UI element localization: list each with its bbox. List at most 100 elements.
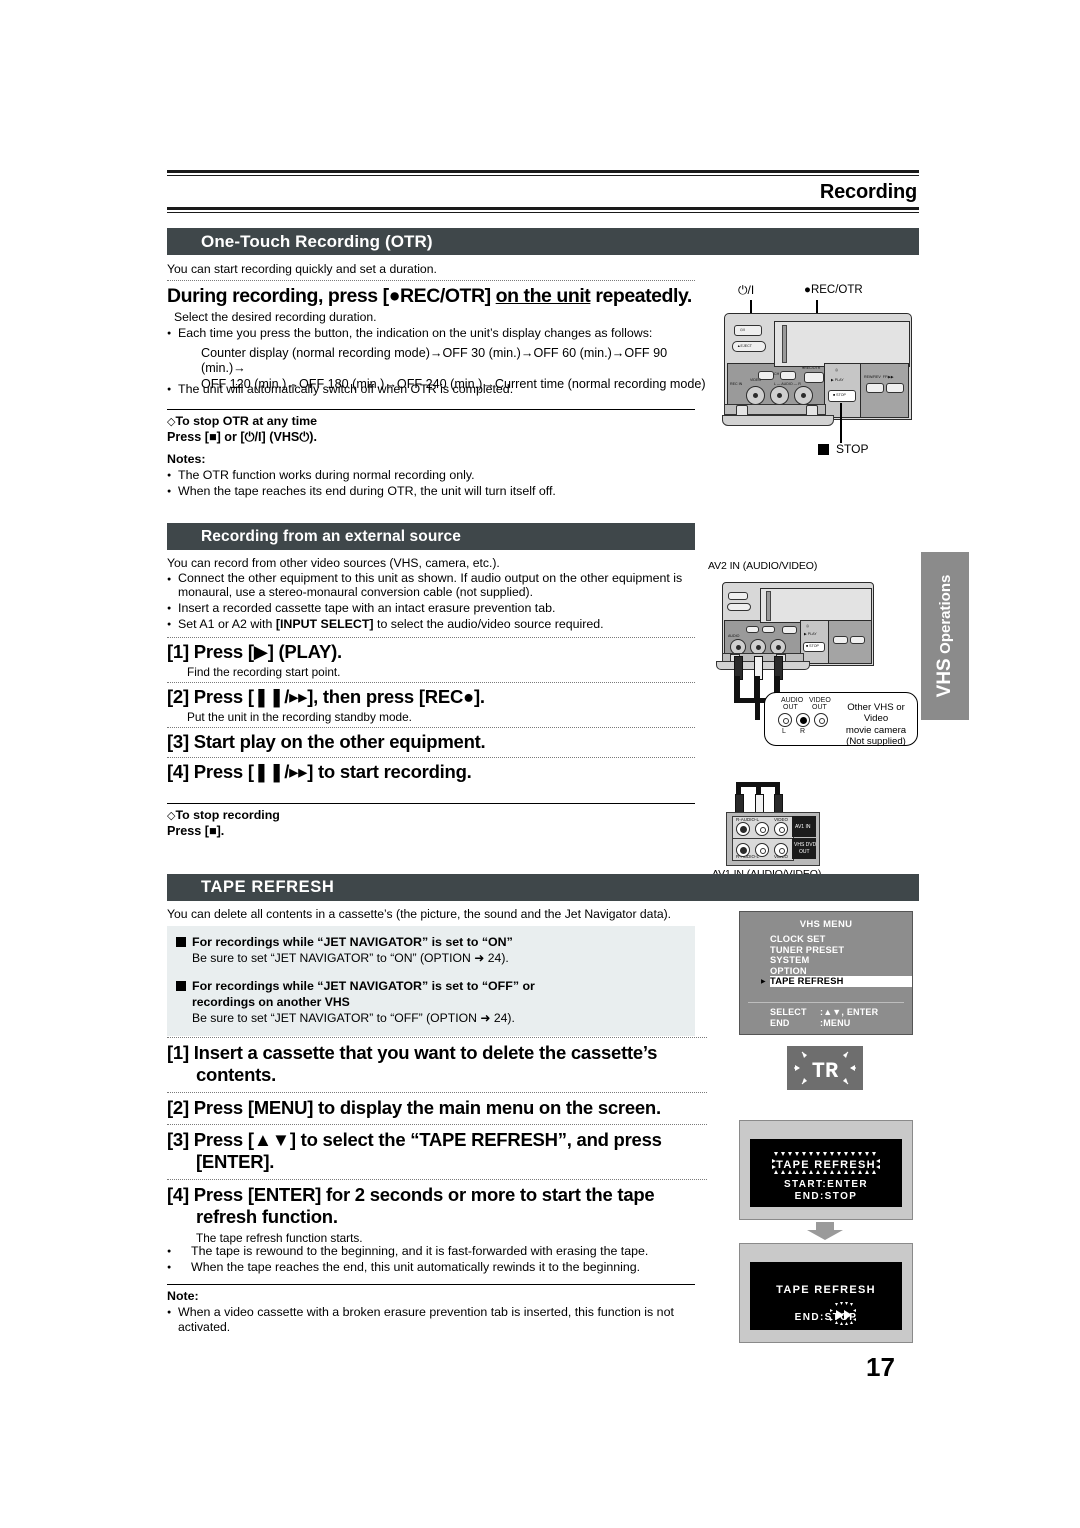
external-stop-body: Press [■]. xyxy=(167,824,225,838)
otr-heading-pre: During recording, press [ xyxy=(167,285,389,307)
svg-text:TR: TR xyxy=(812,1059,839,1084)
osd-screen-running: TAPE REFRESH END:STOP xyxy=(739,1243,913,1343)
tape-refresh-dash-4 xyxy=(167,1179,707,1180)
otr-stop-heading: To stop OTR at any time xyxy=(167,414,695,430)
tr-step-1-line-2: contents. xyxy=(196,1064,276,1085)
osd-menu-title: VHS MENU xyxy=(799,919,853,930)
external-step-3: [3] Start play on the other equipment. xyxy=(167,731,695,753)
tr-step-4-line-1: Press [ENTER] for 2 seconds or more to s… xyxy=(193,1184,655,1205)
osd-screen-2-title: TAPE REFRESH xyxy=(776,1284,876,1296)
tape-refresh-dash-2 xyxy=(167,1092,707,1093)
otr-heading-post: repeatedly. xyxy=(590,285,692,307)
otr-note-2: When the tape reaches its end during OTR… xyxy=(167,484,695,499)
tr-step-2-num: [2] xyxy=(167,1097,189,1118)
page-number: 17 xyxy=(866,1352,895,1382)
otr-bullet-2: The unit will automatically switch off w… xyxy=(167,382,707,397)
tape-refresh-step-4: [4] Press [ENTER] for 2 seconds or more … xyxy=(167,1184,712,1245)
manual-page: Recording One-Touch Recording (OTR) You … xyxy=(0,0,1080,1528)
tr-step-3-num: [3] xyxy=(167,1129,189,1150)
external-step-3-num: [3] xyxy=(167,731,189,752)
tr-step-4-line-2: refresh function. xyxy=(196,1206,338,1227)
section-bar-otr: One-Touch Recording (OTR) xyxy=(167,228,919,255)
flash-frame-icon xyxy=(772,1152,880,1174)
otr-intro-text: You can start recording quickly and set … xyxy=(167,262,437,276)
external-dash-3 xyxy=(167,727,695,728)
side-tab-primary: VHS xyxy=(934,658,955,698)
external-bullet-3-key: [INPUT SELECT] xyxy=(275,616,374,631)
tr-step-4-num: [4] xyxy=(167,1184,189,1205)
otr-intro: You can start recording quickly and set … xyxy=(167,262,695,277)
rear-out-line-2: OUT xyxy=(799,849,810,855)
external-bullet-2: Insert a recorded cassette tape with an … xyxy=(167,601,695,616)
otr-bullet-1: Each time you press the button, the indi… xyxy=(167,326,695,341)
osd-menu-item-clock-set[interactable]: CLOCK SET xyxy=(770,934,912,945)
jet-nav-box-1-title: For recordings while “JET NAVIGATOR” is … xyxy=(175,935,687,950)
osd-footer-select-value: :▲▼, ENTER xyxy=(820,1007,879,1018)
external-solid-rule xyxy=(167,803,695,804)
header-rule-top xyxy=(167,170,919,173)
page-header: Recording xyxy=(167,170,919,213)
tape-refresh-solid-rule xyxy=(167,1284,695,1285)
equipment-line-1: Other VHS or Video xyxy=(847,702,905,725)
otr-heading-underlined: on the unit xyxy=(495,285,591,307)
equipment-line-2: movie camera xyxy=(845,724,907,736)
external-dash-2 xyxy=(167,682,695,683)
external-bullet-3-pre: Set A1 or A2 with xyxy=(178,616,276,631)
tr-note-heading: Note: xyxy=(167,1289,199,1303)
flow-arrow-down-icon xyxy=(807,1222,843,1240)
otr-heading-key: ●REC/OTR xyxy=(388,285,485,307)
section-bar-external: Recording from an external source xyxy=(167,523,695,550)
otr-notes-heading: Notes: xyxy=(167,452,206,466)
av1-connection-illustration: AV1 IN VHS DVD OUT R-AUDIO-L VIDEO R-AUD… xyxy=(712,782,892,880)
external-dash-1 xyxy=(167,637,695,638)
external-step-1-num: [1] xyxy=(167,641,189,662)
external-step-1: [1] Press [▶] (PLAY). Find the recording… xyxy=(167,641,695,679)
external-bullet-3-post: to select the audio/video source require… xyxy=(373,616,604,631)
jet-nav-box-2-title-2: recordings on another VHS xyxy=(192,995,350,1009)
stop-square-icon xyxy=(818,444,829,455)
rear-av1-in-label: AV1 IN xyxy=(795,824,811,830)
jack-label-R: R xyxy=(800,728,806,735)
otr-sub: Select the desired recording duration. E… xyxy=(167,310,695,340)
osd-footer-end-key: END xyxy=(770,1017,790,1028)
otr-solid-rule xyxy=(167,409,695,410)
tape-refresh-dash-3 xyxy=(167,1124,707,1125)
av2-caption: AV2 IN (AUDIO/VIDEO) xyxy=(708,560,818,572)
tr-flash-icon: TR xyxy=(794,1051,856,1085)
osd-menu-item-system[interactable]: SYSTEM xyxy=(770,955,912,966)
osd-footer-end: END :MENU xyxy=(740,1018,912,1028)
otr-sub-text: Select the desired recording duration. xyxy=(174,310,377,324)
osd-vhs-menu: VHS MENU CLOCK SET TUNER PRESET SYSTEM O… xyxy=(739,911,913,1035)
osd-screen-start: TAPE REFRESH START:ENTER END:STOP xyxy=(739,1120,913,1220)
osd-menu-list: CLOCK SET TUNER PRESET SYSTEM OPTION TAP… xyxy=(740,934,912,988)
osd-footer-select: SELECT:▲▼, ENTER xyxy=(740,1007,912,1017)
osd-footer-end-value: :MENU xyxy=(820,1017,851,1028)
osd-menu-footer: SELECT:▲▼, ENTER END :MENU xyxy=(740,1002,912,1028)
tape-refresh-step-1: [1] Insert a cassette that you want to d… xyxy=(167,1042,712,1086)
power-symbol-label: ⏻/I xyxy=(738,283,755,297)
external-step-2-sub: Put the unit in the recording standby mo… xyxy=(187,710,412,724)
osd-menu-item-option[interactable]: OPTION xyxy=(770,966,912,977)
osd-menu-item-tape-refresh[interactable]: TAPE REFRESH xyxy=(761,976,912,988)
section-bar-external-label: Recording from an external source xyxy=(201,528,461,545)
osd-menu-item-tuner-preset[interactable]: TUNER PRESET xyxy=(770,945,912,956)
external-equipment-box: AUDIO OUT VIDEO OUT L R Other VHS or Vid… xyxy=(764,692,918,747)
external-step-4-num: [4] xyxy=(167,761,189,782)
otr-bullet-2-wrap: The unit will automatically switch off w… xyxy=(167,381,707,397)
section-bar-tape-refresh: TAPE REFRESH xyxy=(167,874,919,901)
external-bullet-1b: monaural, use a stereo-monaural conversi… xyxy=(178,585,533,600)
jet-navigator-box: For recordings while “JET NAVIGATOR” is … xyxy=(167,926,695,1037)
tape-refresh-step-3: [3] Press [▲▼] to select the “TAPE REFRE… xyxy=(167,1129,712,1173)
tr-step-1-num: [1] xyxy=(167,1042,189,1063)
osd-screen-1-line-2: END:STOP xyxy=(794,1191,858,1202)
section-bar-tape-refresh-label: TAPE REFRESH xyxy=(201,878,335,896)
tape-refresh-dash-1 xyxy=(167,1037,707,1038)
otr-notes-block: Notes: The OTR function works during nor… xyxy=(167,452,695,499)
tr-bullet-2: When the tape reaches the end, this unit… xyxy=(167,1260,712,1275)
tr-step-3-line-1: Press [▲▼] to select the “TAPE REFRESH”,… xyxy=(193,1129,662,1150)
otr-note-1: The OTR function works during normal rec… xyxy=(167,468,695,483)
fast-forward-flash-icon xyxy=(830,1302,856,1325)
external-step-2-text: Press [❚❚/▸▸], then press [REC●]. xyxy=(193,686,485,707)
otr-stop-block: To stop OTR at any time Press [■] or [⏻/… xyxy=(167,414,695,445)
jack-label-L: L xyxy=(782,728,786,735)
